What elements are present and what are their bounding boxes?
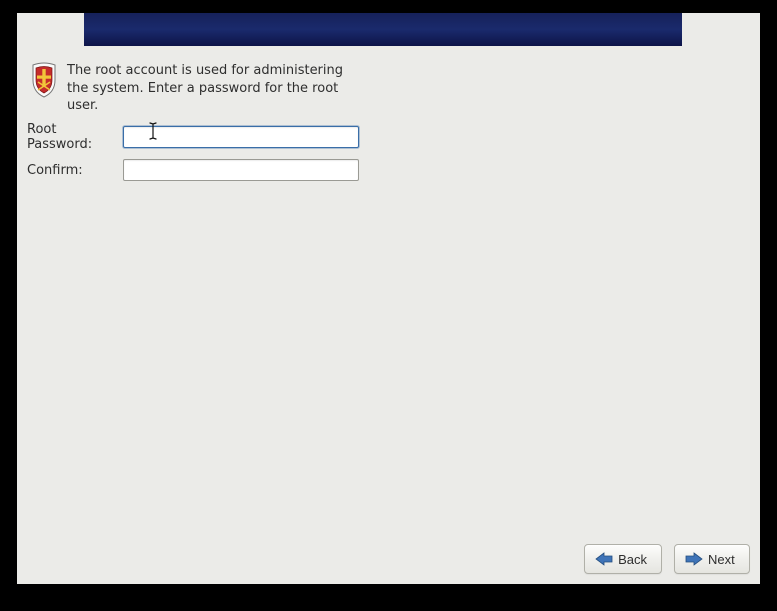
shield-icon (29, 62, 59, 98)
root-password-row: Root Password: (27, 125, 359, 149)
root-password-label: Root Password: (27, 122, 123, 152)
next-button-label: Next (708, 552, 735, 567)
navigation-buttons: Back Next (584, 544, 750, 574)
confirm-label: Confirm: (27, 163, 123, 178)
arrow-right-icon (685, 552, 703, 566)
next-button[interactable]: Next (674, 544, 750, 574)
root-password-input[interactable] (123, 126, 359, 148)
confirm-row: Confirm: (27, 158, 359, 182)
arrow-left-icon (595, 552, 613, 566)
confirm-input[interactable] (123, 159, 359, 181)
back-button-label: Back (618, 552, 647, 567)
intro-section: The root account is used for administeri… (29, 62, 357, 115)
intro-text: The root account is used for administeri… (67, 62, 357, 115)
installer-page: The root account is used for administeri… (17, 13, 760, 584)
back-button[interactable]: Back (584, 544, 662, 574)
root-password-form: Root Password: Confirm: (27, 125, 359, 191)
header-banner (84, 13, 682, 46)
